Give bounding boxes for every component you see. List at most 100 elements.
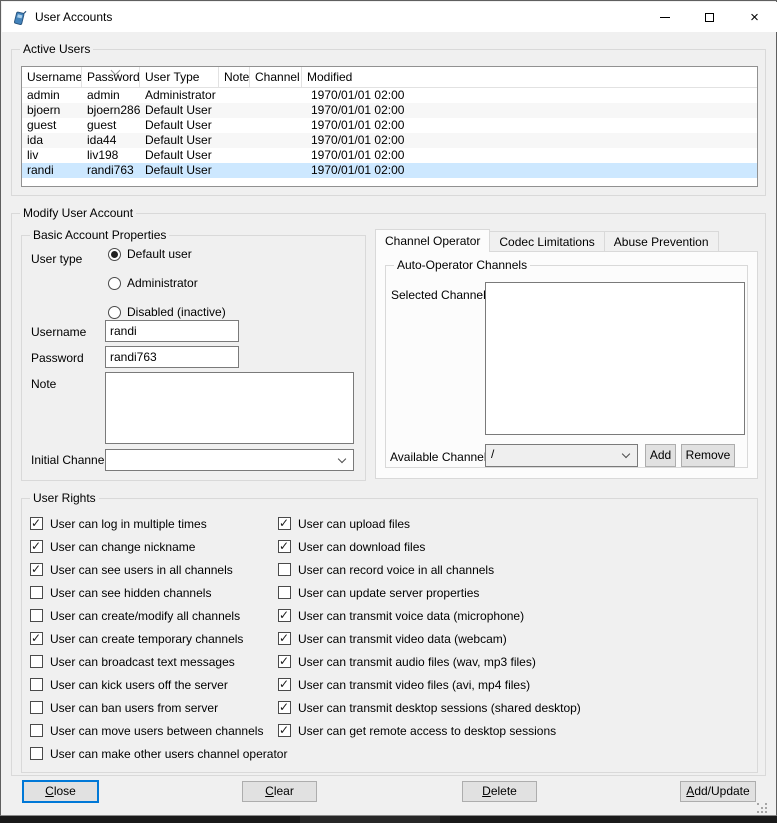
table-cell (219, 148, 250, 163)
table-cell: bjoern286 (82, 103, 140, 118)
checkbox-label: User can create temporary channels (50, 632, 243, 646)
user-right-checkbox[interactable]: User can ban users from server (30, 701, 287, 714)
table-row[interactable]: bjoernbjoern286Default User1970/01/01 02… (22, 103, 757, 118)
username-input[interactable] (105, 320, 239, 342)
user-right-checkbox[interactable]: ✓ User can see users in all channels (30, 563, 287, 576)
table-row[interactable]: randirandi763Default User1970/01/01 02:0… (22, 163, 757, 178)
user-type-radio-administrator[interactable]: Administrator (108, 276, 226, 290)
table-row[interactable]: livliv198Default User1970/01/01 02:00 (22, 148, 757, 163)
background-window-fragment (300, 816, 440, 823)
delete-button[interactable]: Delete (462, 781, 537, 802)
user-right-checkbox[interactable]: ✓ User can transmit audio files (wav, mp3… (278, 655, 581, 668)
user-table[interactable]: UsernamePasswordUser TypeNoteChannelModi… (21, 66, 758, 187)
tab-abuse-prevention[interactable]: Abuse Prevention (604, 231, 719, 252)
column-header-username[interactable]: Username (22, 67, 82, 87)
checkmark-icon: ✓ (279, 654, 289, 668)
checked-checkbox-icon: ✓ (278, 609, 291, 622)
table-cell: guest (22, 118, 82, 133)
minimize-button[interactable] (642, 2, 687, 32)
add-update-button[interactable]: Add/Update (680, 781, 756, 802)
user-right-checkbox[interactable]: ✓User can upload files (278, 517, 581, 530)
selected-channels-label: Selected Channels (391, 288, 492, 302)
radio-icon (108, 306, 121, 319)
password-input[interactable] (105, 346, 239, 368)
checkbox-label: User can see users in all channels (50, 563, 233, 577)
user-type-label: User type (31, 252, 82, 266)
checkmark-icon: ✓ (279, 677, 289, 691)
user-right-checkbox[interactable]: ✓User can download files (278, 540, 581, 553)
user-right-checkbox[interactable]: ✓ User can create temporary channels (30, 632, 287, 645)
checkmark-icon: ✓ (279, 723, 289, 737)
modify-user-account-legend: Modify User Account (20, 206, 136, 220)
tab-codec-limitations[interactable]: Codec Limitations (489, 231, 604, 252)
table-cell (250, 118, 302, 133)
checked-checkbox-icon: ✓ (278, 678, 291, 691)
column-header-channel[interactable]: Channel (250, 67, 302, 87)
user-right-checkbox[interactable]: ✓User can change nickname (30, 540, 287, 553)
user-right-checkbox[interactable]: User can move users between channels (30, 724, 287, 737)
column-header-note[interactable]: Note (219, 67, 250, 87)
table-cell (250, 103, 302, 118)
tab-bar: Channel OperatorCodec LimitationsAbuse P… (375, 229, 719, 252)
table-cell (250, 88, 302, 103)
table-cell: Default User (140, 103, 219, 118)
checkbox-label: User can change nickname (50, 540, 195, 554)
clear-button[interactable]: Clear (242, 781, 317, 802)
user-right-checkbox[interactable]: User can see hidden channels (30, 586, 287, 599)
column-header-user-type[interactable]: User Type (140, 67, 219, 87)
note-textarea[interactable] (105, 372, 354, 444)
user-right-checkbox[interactable]: User can broadcast text messages (30, 655, 287, 668)
checkbox-label: User can create/modify all channels (50, 609, 240, 623)
table-cell: guest (82, 118, 140, 133)
table-row[interactable]: guestguestDefault User1970/01/01 02:00 (22, 118, 757, 133)
checked-checkbox-icon: ✓ (30, 632, 43, 645)
tab-channel-operator[interactable]: Channel Operator (375, 229, 490, 252)
checkbox-label: User can record voice in all channels (298, 563, 494, 577)
checked-checkbox-icon: ✓ (278, 655, 291, 668)
available-channels-combobox[interactable]: / (485, 444, 638, 467)
table-cell: randi (22, 163, 82, 178)
title-bar[interactable]: User Accounts × (2, 2, 777, 32)
checkbox-label: User can see hidden channels (50, 586, 211, 600)
user-right-checkbox[interactable]: ✓User can get remote access to desktop s… (278, 724, 581, 737)
user-type-radio-disabled-inactive[interactable]: Disabled (inactive) (108, 305, 226, 319)
checked-checkbox-icon: ✓ (30, 563, 43, 576)
radio-label: Default user (127, 247, 192, 261)
close-button[interactable]: Close (22, 780, 99, 803)
maximize-button[interactable] (687, 2, 732, 32)
unchecked-checkbox-icon (30, 655, 43, 668)
unchecked-checkbox-icon (30, 724, 43, 737)
checkbox-label: User can transmit audio files (wav, mp3 … (298, 655, 536, 669)
table-cell: Administrator (140, 88, 219, 103)
auto-operator-channels-legend: Auto-Operator Channels (394, 258, 530, 272)
user-right-checkbox[interactable]: ✓User can log in multiple times (30, 517, 287, 530)
desktop-background-strip (0, 816, 777, 823)
user-right-checkbox[interactable]: User can make other users channel operat… (30, 747, 287, 760)
add-button[interactable]: Add (645, 444, 676, 467)
remove-button[interactable]: Remove (681, 444, 735, 467)
user-table-header: UsernamePasswordUser TypeNoteChannelModi… (22, 67, 757, 88)
user-right-checkbox[interactable]: ✓User can transmit video data (webcam) (278, 632, 581, 645)
user-right-checkbox[interactable]: User can update server properties (278, 586, 581, 599)
table-cell: 1970/01/01 02:00 (302, 148, 757, 163)
table-cell: Default User (140, 118, 219, 133)
table-row[interactable]: idaida44Default User1970/01/01 02:00 (22, 133, 757, 148)
radio-icon (108, 248, 121, 261)
user-type-radios: Default user Administrator Disabled (inact… (108, 247, 226, 319)
initial-channel-combobox[interactable] (105, 449, 354, 471)
table-row[interactable]: adminadminAdministrator1970/01/01 02:00 (22, 88, 757, 103)
available-channels-label: Available Channels (390, 450, 493, 464)
user-right-checkbox[interactable]: ✓User can transmit video files (avi, mp4… (278, 678, 581, 691)
user-type-radio-default-user[interactable]: Default user (108, 247, 226, 261)
user-right-checkbox[interactable]: User can create/modify all channels (30, 609, 287, 622)
close-window-button[interactable]: × (732, 2, 777, 32)
column-header-modified[interactable]: Modified (302, 67, 757, 87)
checked-checkbox-icon: ✓ (278, 724, 291, 737)
user-right-checkbox[interactable]: User can kick users off the server (30, 678, 287, 691)
user-right-checkbox[interactable]: User can record voice in all channels (278, 563, 581, 576)
unchecked-checkbox-icon (30, 586, 43, 599)
user-right-checkbox[interactable]: ✓User can transmit voice data (microphon… (278, 609, 581, 622)
user-right-checkbox[interactable]: ✓User can transmit desktop sessions (sha… (278, 701, 581, 714)
selected-channels-listbox[interactable] (485, 282, 745, 435)
resize-grip[interactable] (756, 802, 768, 814)
